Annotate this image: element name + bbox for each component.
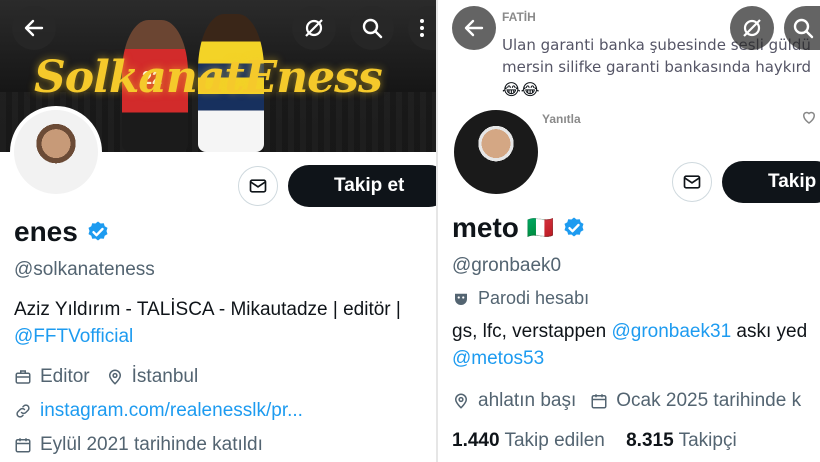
location: ahlatın başı bbox=[478, 390, 577, 411]
mail-icon bbox=[683, 175, 701, 189]
message-button[interactable] bbox=[238, 166, 278, 206]
briefcase-icon bbox=[15, 370, 31, 384]
followers-label: Takipçi bbox=[678, 430, 737, 451]
grok-button[interactable] bbox=[730, 6, 774, 50]
joined-row: Eylül 2021 tarihinde katıldı bbox=[14, 434, 263, 456]
search-icon bbox=[793, 18, 814, 39]
bio-text-tail: askı yed bbox=[736, 321, 808, 342]
website-link[interactable]: instagram.com/realenesslk/pr... bbox=[40, 400, 303, 422]
display-name-row: meto 🇮🇹 bbox=[452, 212, 586, 244]
following-stat[interactable]: 1.440 Takip edilen bbox=[452, 430, 610, 451]
verified-badge-icon bbox=[564, 217, 584, 237]
handle: @gronbaek0 bbox=[452, 255, 562, 276]
back-button[interactable] bbox=[452, 6, 496, 50]
comment-text: Ulan garanti banka şubesinde sesli güldü… bbox=[502, 36, 812, 76]
bio: gs, lfc, verstappen @gronbaek31 askı yed… bbox=[452, 318, 807, 372]
link-icon bbox=[16, 404, 30, 418]
bio-text: gs, lfc, verstappen bbox=[452, 321, 607, 342]
parody-label: Parodi hesabı bbox=[478, 288, 590, 308]
calendar-icon bbox=[15, 438, 31, 453]
bio-mention-link[interactable]: @FFTVofficial bbox=[14, 323, 401, 350]
search-button[interactable] bbox=[350, 6, 394, 50]
reply-link[interactable]: Yanıtla bbox=[542, 112, 581, 126]
mail-icon bbox=[249, 179, 267, 193]
avatar[interactable] bbox=[450, 106, 542, 198]
search-button[interactable] bbox=[784, 6, 820, 50]
following-label: Takip edilen bbox=[504, 430, 605, 451]
handle: @solkanateness bbox=[14, 259, 155, 280]
location-pin-icon bbox=[454, 393, 468, 409]
back-arrow-icon bbox=[24, 19, 44, 37]
parody-row: Parodi hesabı bbox=[452, 288, 589, 309]
back-arrow-icon bbox=[464, 19, 484, 37]
calendar-icon bbox=[591, 394, 607, 409]
display-name-row: enes bbox=[14, 216, 110, 248]
like-button[interactable] bbox=[800, 108, 818, 131]
right-profile-screenshot: FATİH Ulan garanti banka şubesinde sesli… bbox=[436, 0, 820, 462]
bio: Aziz Yıldırım - TALİSCA - Mikautadze | e… bbox=[14, 296, 401, 350]
mask-icon bbox=[455, 293, 467, 305]
joined-date: Eylül 2021 tarihinde katıldı bbox=[40, 434, 263, 455]
search-icon bbox=[362, 18, 383, 39]
verified-badge-icon bbox=[88, 221, 108, 241]
bio-mention-link-1[interactable]: @gronbaek31 bbox=[611, 321, 731, 342]
following-count: 1.440 bbox=[452, 430, 500, 451]
display-name: enes bbox=[14, 216, 78, 247]
stats-row: 1.440 Takip edilen 8.315 Takipçi bbox=[452, 430, 737, 452]
meta-row: ahlatın başı Ocak 2025 tarihinde k bbox=[452, 390, 801, 412]
avatar[interactable] bbox=[10, 106, 102, 198]
heart-icon bbox=[802, 111, 816, 124]
grok-button[interactable] bbox=[292, 6, 336, 50]
banner-title: SolkanatEness bbox=[34, 52, 383, 103]
display-name: meto bbox=[452, 212, 519, 243]
back-button[interactable] bbox=[12, 6, 56, 50]
follow-button[interactable]: Takip bbox=[722, 161, 820, 203]
followers-count: 8.315 bbox=[626, 430, 674, 451]
message-button[interactable] bbox=[672, 162, 712, 202]
more-icon bbox=[420, 19, 424, 37]
left-profile-screenshot: 22 SolkanatEness Takip et enes @solkanat… bbox=[0, 0, 436, 462]
country-flag: 🇮🇹 bbox=[526, 215, 555, 240]
meta-row: Editor İstanbul bbox=[14, 366, 198, 388]
bio-mention-link-2[interactable]: @metos53 bbox=[452, 345, 807, 372]
location: İstanbul bbox=[131, 366, 199, 387]
comment-emoji: 😂😂 bbox=[502, 82, 540, 99]
followers-stat[interactable]: 8.315 Takipçi bbox=[626, 430, 737, 451]
grok-icon bbox=[743, 19, 761, 37]
category: Editor bbox=[40, 366, 90, 387]
website-row: instagram.com/realenesslk/pr... bbox=[14, 400, 303, 422]
location-pin-icon bbox=[108, 369, 121, 385]
grok-icon bbox=[305, 19, 323, 37]
comment-author: FATİH bbox=[502, 10, 536, 24]
bio-text: Aziz Yıldırım - TALİSCA - Mikautadze | e… bbox=[14, 299, 401, 320]
bio-line-1: gs, lfc, verstappen @gronbaek31 askı yed bbox=[452, 318, 807, 345]
follow-button[interactable]: Takip et bbox=[288, 165, 436, 207]
joined-date: Ocak 2025 tarihinde k bbox=[616, 390, 802, 411]
